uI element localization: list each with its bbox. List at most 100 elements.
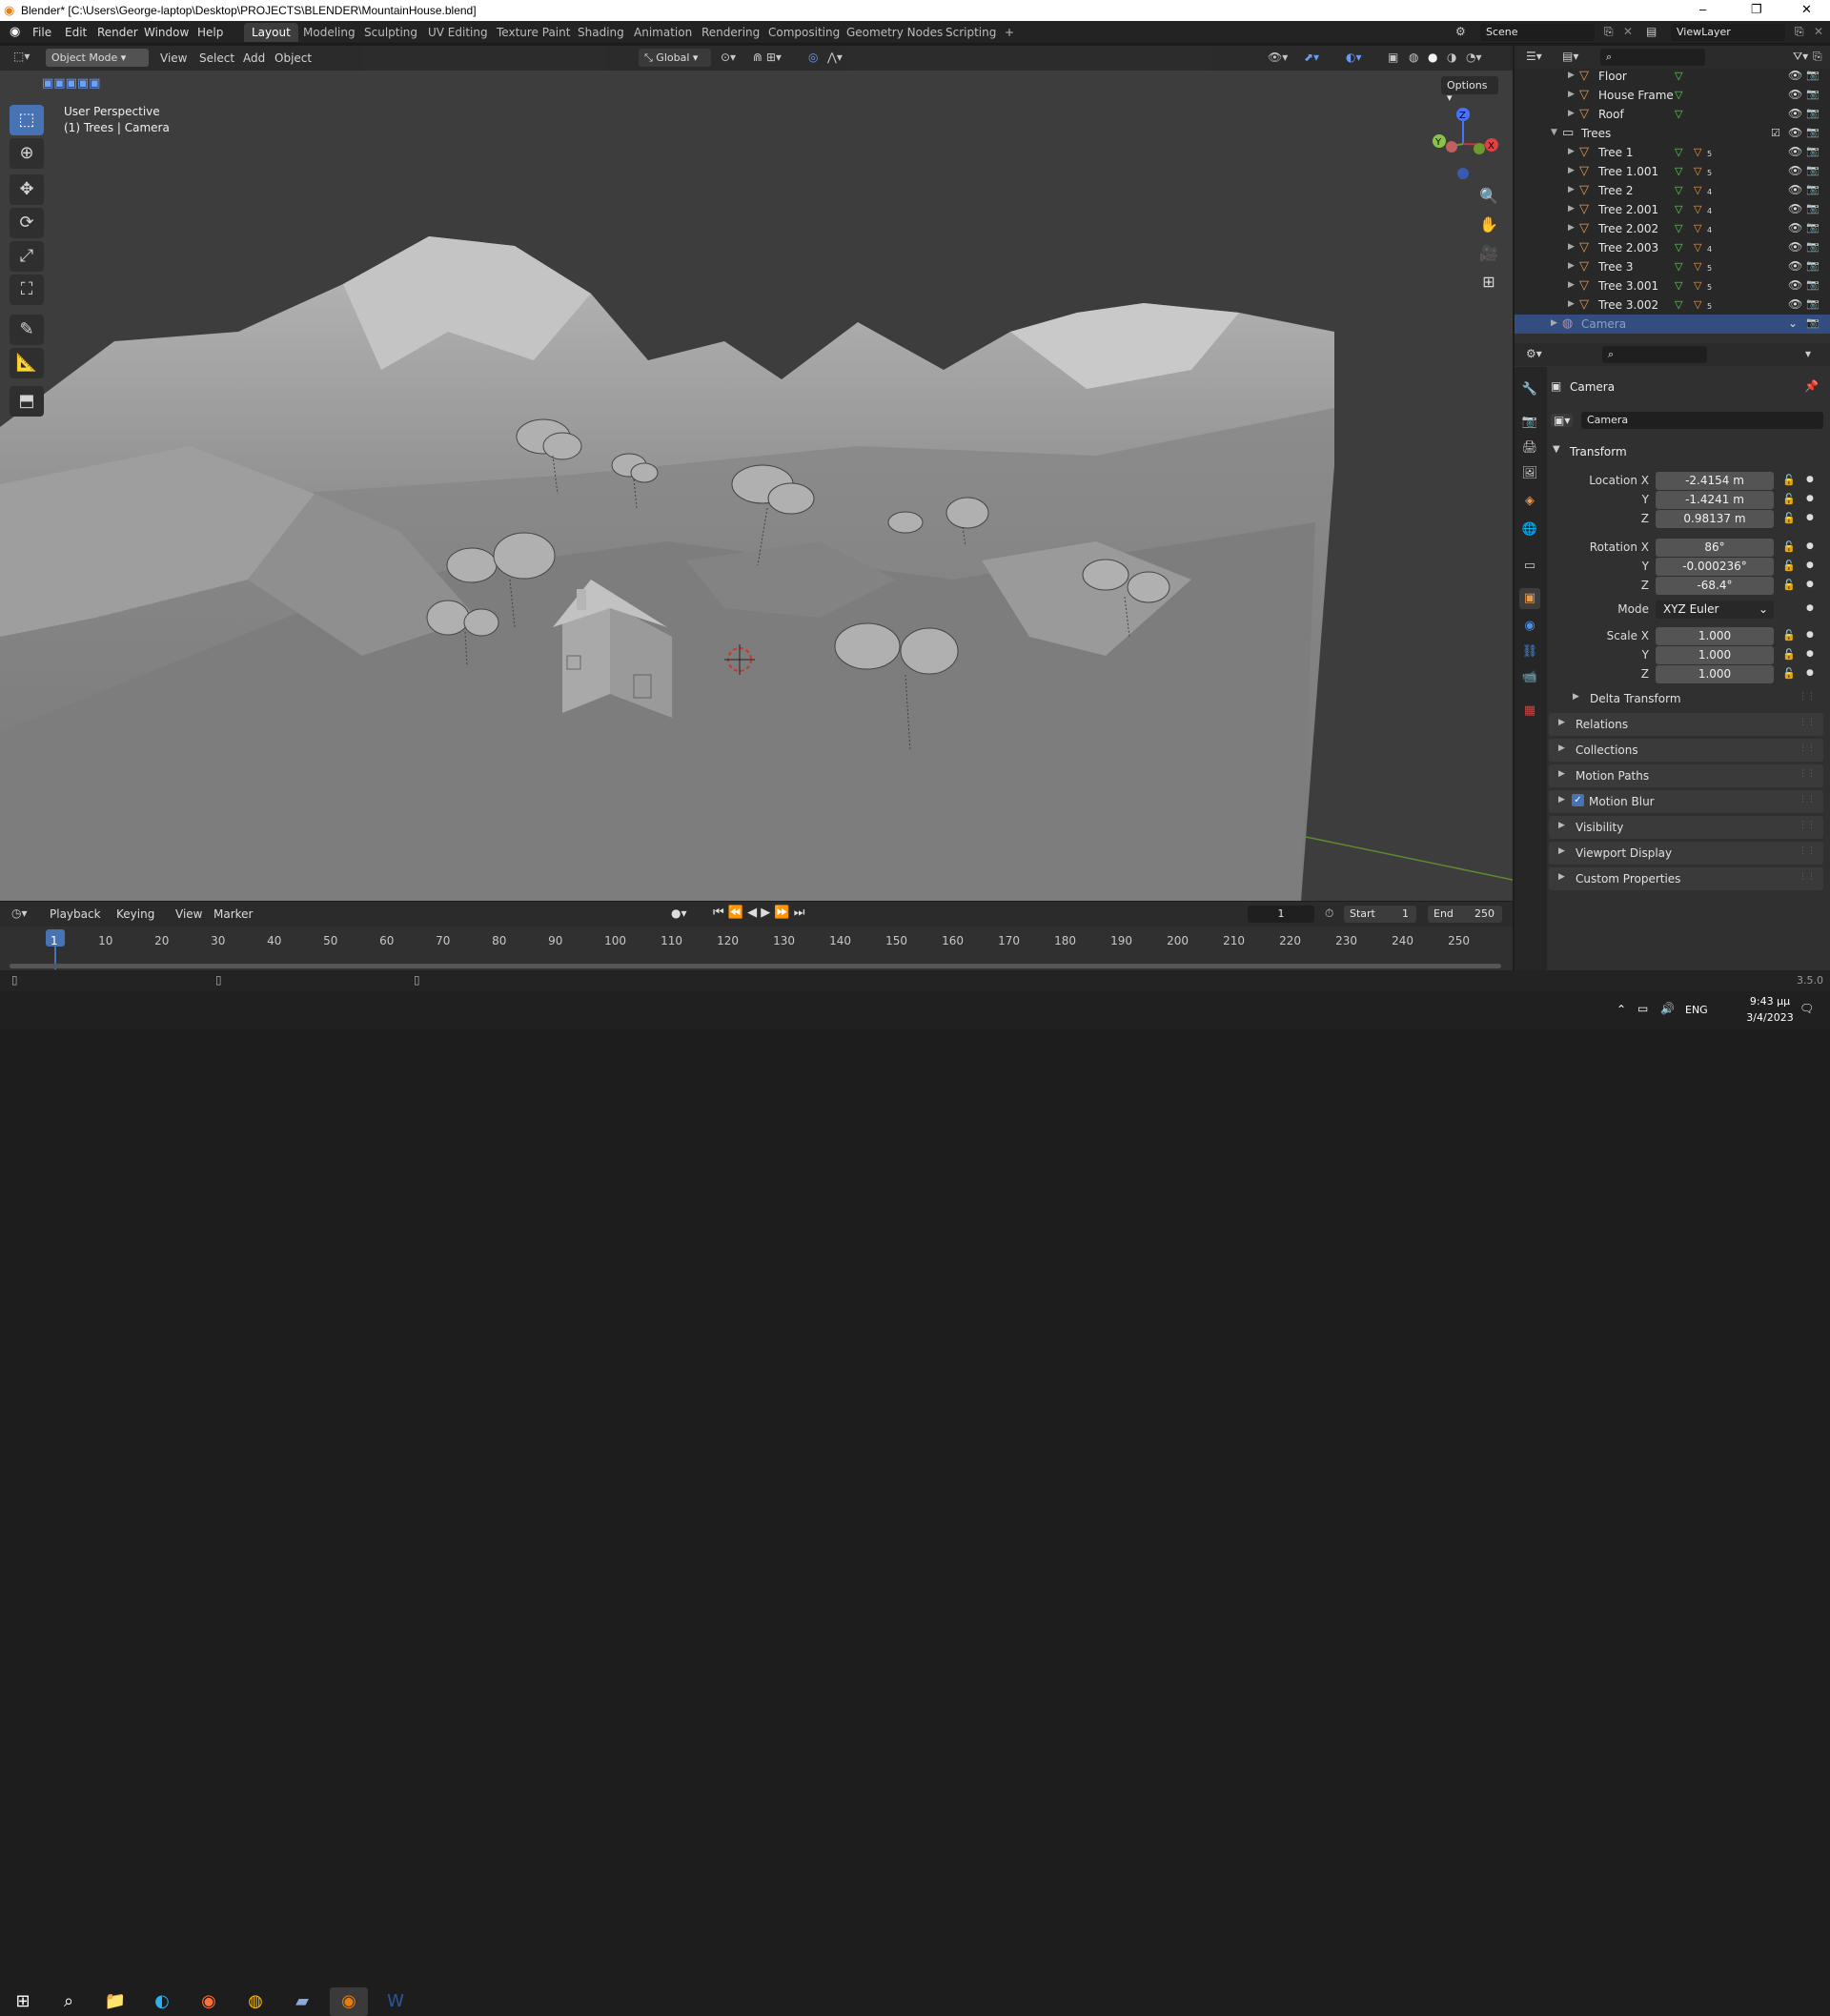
drag-handle-icon[interactable]: ⋮⋮ (1799, 692, 1816, 702)
outliner-item-tree-2[interactable]: ▶ ▽ Tree 2 ▽ ▽ 4 👁 📷 (1515, 181, 1830, 200)
blender-taskbar-icon[interactable]: ◉ (330, 1987, 368, 2016)
render-camera-icon[interactable]: 📷 (1806, 183, 1820, 195)
panel-motion-paths[interactable]: ▶ Motion Paths ⋮⋮ (1549, 764, 1823, 787)
render-camera-icon[interactable]: 📷 (1806, 88, 1820, 100)
expand-chevron-icon[interactable]: ▶ (1551, 318, 1557, 328)
scale-z-field[interactable]: 1.000 (1656, 665, 1774, 683)
render-camera-icon[interactable]: 📷 (1806, 107, 1820, 119)
rotation-x-field[interactable]: 86° (1656, 539, 1774, 557)
timeline-editor-icon[interactable]: ◷▾ (11, 906, 28, 920)
timeline-menu-playback[interactable]: Playback (50, 907, 101, 921)
scale-y-field[interactable]: 1.000 (1656, 646, 1774, 664)
tray-chevron-icon[interactable]: ⌃ (1616, 1003, 1626, 1016)
expand-chevron-icon[interactable]: ▶ (1568, 242, 1575, 252)
datablock-name-field[interactable]: Camera (1581, 412, 1823, 429)
move-tool[interactable]: ✥ (10, 174, 44, 205)
gizmo-toggle-icon[interactable]: ⬈▾ (1304, 51, 1319, 64)
visibility-eye-icon[interactable]: 👁 (1788, 202, 1802, 215)
render-camera-icon[interactable]: 📷 (1806, 259, 1820, 272)
panel-visibility[interactable]: ▶ Visibility ⋮⋮ (1549, 816, 1823, 839)
select-box-tool[interactable]: ⬚ (10, 105, 44, 135)
drag-handle-icon[interactable]: ⋮⋮ (1799, 846, 1816, 856)
camera-view-icon[interactable]: 🎥 (1475, 240, 1502, 267)
drag-handle-icon[interactable]: ⋮⋮ (1799, 718, 1816, 727)
panel-custom-properties[interactable]: ▶ Custom Properties ⋮⋮ (1549, 867, 1823, 890)
3d-viewport[interactable] (0, 46, 1513, 901)
viewlayer-selector[interactable]: ViewLayer (1671, 24, 1785, 41)
visibility-eye-icon[interactable]: 👁 (1788, 183, 1802, 196)
drag-handle-icon[interactable]: ⋮⋮ (1799, 769, 1816, 779)
visibility-eye-icon[interactable]: 👁 (1788, 240, 1802, 254)
xray-icon[interactable]: ▣ (1388, 51, 1398, 64)
overlay-toggle-icon[interactable]: ◐▾ (1346, 51, 1362, 64)
collection-checkbox-icon[interactable]: ☑ (1771, 127, 1780, 139)
add-cube-tool[interactable]: ⬒ (10, 386, 44, 417)
tab-sculpting[interactable]: Sculpting (356, 23, 425, 42)
tab-compositing[interactable]: Compositing (761, 23, 847, 42)
render-camera-icon[interactable]: 📷 (1806, 316, 1820, 329)
location-x-field[interactable]: -2.4154 m (1656, 472, 1774, 490)
delete-viewlayer-icon[interactable]: ✕ (1814, 25, 1823, 38)
scene-selector[interactable]: Scene (1480, 24, 1595, 41)
keyframe-dot-icon[interactable]: ● (1806, 541, 1814, 551)
render-camera-icon[interactable]: 📷 (1806, 202, 1820, 214)
start-menu-icon[interactable]: ⊞ (4, 1987, 42, 2016)
expand-chevron-icon[interactable]: ▶ (1568, 71, 1575, 80)
menu-render[interactable]: Render (97, 26, 138, 39)
lock-icon[interactable]: 🔓 (1782, 629, 1796, 641)
chrome-icon[interactable]: ◍ (236, 1987, 274, 2016)
location-z-field[interactable]: 0.98137 m (1656, 510, 1774, 528)
outliner-item-floor[interactable]: ▶ ▽ Floor ▽ 👁 📷 (1515, 67, 1830, 86)
outliner-editor-icon[interactable]: ☰▾ (1526, 50, 1542, 63)
editor-type-icon[interactable]: ⬚▾ (13, 50, 30, 63)
tab-scripting[interactable]: Scripting (938, 23, 1004, 42)
render-tab-icon[interactable]: 📷 (1519, 412, 1540, 433)
start-frame-field[interactable]: Start 1 (1344, 906, 1416, 923)
visibility-eye-icon[interactable]: 👁 (1788, 164, 1802, 177)
lock-icon[interactable]: 🔓 (1782, 579, 1796, 591)
filter-icon[interactable]: ⛛▾ (1793, 50, 1808, 64)
outliner-search-input[interactable]: ⌕ (1600, 49, 1705, 66)
outliner-item-tree-3-002[interactable]: ▶ ▽ Tree 3.002 ▽ ▽ 5 👁 📷 (1515, 295, 1830, 315)
visibility-eye-icon[interactable]: ⌄ (1788, 316, 1798, 330)
expand-chevron-icon[interactable]: ▶ (1568, 204, 1575, 214)
tab-texture-paint[interactable]: Texture Paint (489, 23, 578, 42)
panel-relations[interactable]: ▶ Relations ⋮⋮ (1549, 713, 1823, 736)
falloff-icon[interactable]: ⋀▾ (827, 51, 843, 64)
location-y-field[interactable]: -1.4241 m (1656, 491, 1774, 509)
drag-handle-icon[interactable]: ⋮⋮ (1799, 795, 1816, 804)
tab-animation[interactable]: Animation (626, 23, 700, 42)
search-icon[interactable]: ⌕ (50, 1987, 88, 2016)
object-tab-icon[interactable]: ▣ (1519, 588, 1540, 609)
visibility-eye-icon[interactable]: 👁 (1788, 259, 1802, 273)
properties-search-input[interactable]: ⌕ (1602, 346, 1707, 363)
transform-panel-header[interactable]: ▼ Transform (1549, 441, 1823, 462)
drag-handle-icon[interactable]: ⋮⋮ (1799, 743, 1816, 753)
lock-icon[interactable]: 🔓 (1782, 540, 1796, 553)
render-camera-icon[interactable]: 📷 (1806, 126, 1820, 138)
timeline-menu-view[interactable]: View (175, 907, 202, 921)
physics-tab-icon[interactable]: ◉ (1519, 616, 1540, 637)
tab-modeling[interactable]: Modeling (295, 23, 363, 42)
tab-layout[interactable]: Layout (244, 23, 298, 42)
wireframe-shading-icon[interactable]: ◍ (1409, 51, 1418, 64)
pivot-icon[interactable]: ⊙▾ (721, 51, 736, 64)
material-shading-icon[interactable]: ◑ (1447, 51, 1456, 64)
rendered-shading-icon[interactable]: ◔▾ (1466, 51, 1482, 64)
panel-collections[interactable]: ▶ Collections ⋮⋮ (1549, 739, 1823, 762)
end-frame-field[interactable]: End 250 (1428, 906, 1502, 923)
battery-icon[interactable]: ▭ (1637, 1002, 1648, 1015)
outliner-item-tree-3-001[interactable]: ▶ ▽ Tree 3.001 ▽ ▽ 5 👁 📷 (1515, 276, 1830, 295)
visibility-eye-icon[interactable]: 👁 (1788, 88, 1802, 101)
edge-icon[interactable]: ◐ (143, 1987, 181, 2016)
word-icon[interactable]: W (376, 1987, 415, 2016)
texture-tab-icon[interactable]: ▦ (1519, 701, 1540, 722)
lock-icon[interactable]: 🔓 (1782, 648, 1796, 661)
render-camera-icon[interactable]: 📷 (1806, 221, 1820, 234)
rotation-mode-select[interactable]: XYZ Euler ⌄ (1656, 601, 1774, 619)
new-scene-icon[interactable]: ⎘ (1604, 25, 1614, 39)
render-camera-icon[interactable]: 📷 (1806, 278, 1820, 291)
mode-selector[interactable]: Object Mode ▾ (46, 49, 149, 67)
display-mode-icon[interactable]: ▤▾ (1562, 50, 1578, 63)
annotate-tool[interactable]: ✎ (10, 315, 44, 345)
